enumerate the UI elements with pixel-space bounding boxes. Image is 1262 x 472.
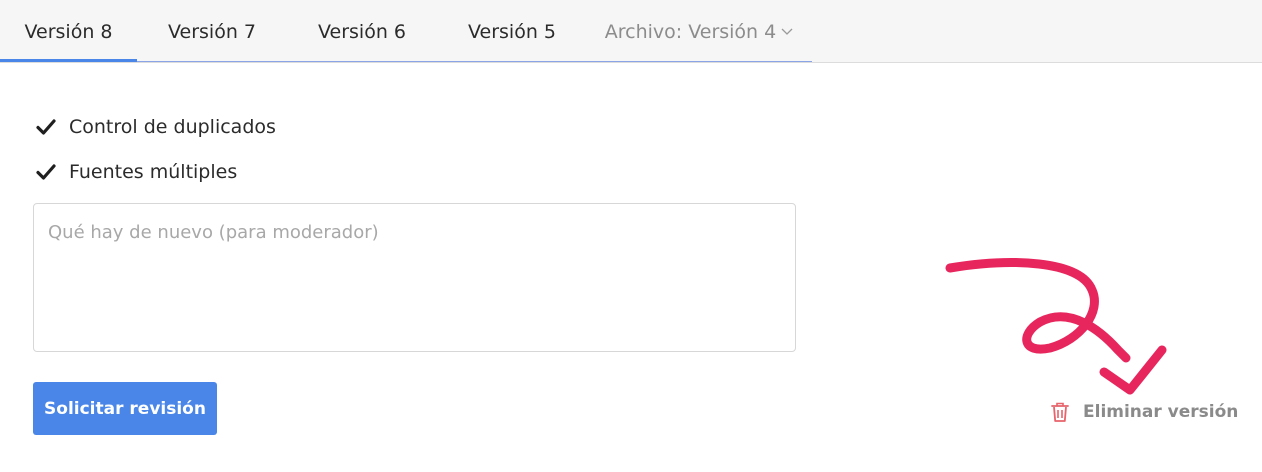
request-review-button[interactable]: Solicitar revisión [33, 382, 217, 435]
duplicate-control-checkbox[interactable]: Control de duplicados [36, 114, 276, 140]
tab-version-5[interactable]: Versión 5 [437, 0, 587, 62]
tab-label: Versión 5 [468, 21, 556, 43]
archive-label: Archivo: Versión 4 [604, 21, 777, 43]
tab-version-7[interactable]: Versión 7 [137, 0, 287, 62]
archive-version-dropdown[interactable]: Archivo: Versión 4 [587, 0, 812, 62]
annotation-arrow-icon [945, 258, 1167, 395]
tab-version-8[interactable]: Versión 8 [0, 0, 137, 62]
trash-icon [1051, 402, 1069, 422]
checkmark-icon [36, 119, 56, 135]
multiple-sources-label: Fuentes múltiples [69, 161, 238, 183]
delete-version-link[interactable]: Eliminar versión [1050, 398, 1238, 426]
whats-new-textarea[interactable] [33, 203, 796, 352]
tab-label: Versión 8 [24, 21, 113, 43]
chevron-down-icon [781, 28, 793, 35]
duplicate-control-label: Control de duplicados [69, 116, 276, 138]
tab-version-6[interactable]: Versión 6 [287, 0, 437, 62]
version-tab-bar: Versión 8 Versión 7 Versión 6 Versión 5 … [0, 0, 1262, 63]
checkmark-icon [36, 164, 56, 180]
tab-label: Versión 6 [318, 21, 406, 43]
tab-label: Versión 7 [168, 21, 256, 43]
delete-version-label: Eliminar versión [1083, 402, 1239, 422]
multiple-sources-checkbox[interactable]: Fuentes múltiples [36, 159, 237, 185]
